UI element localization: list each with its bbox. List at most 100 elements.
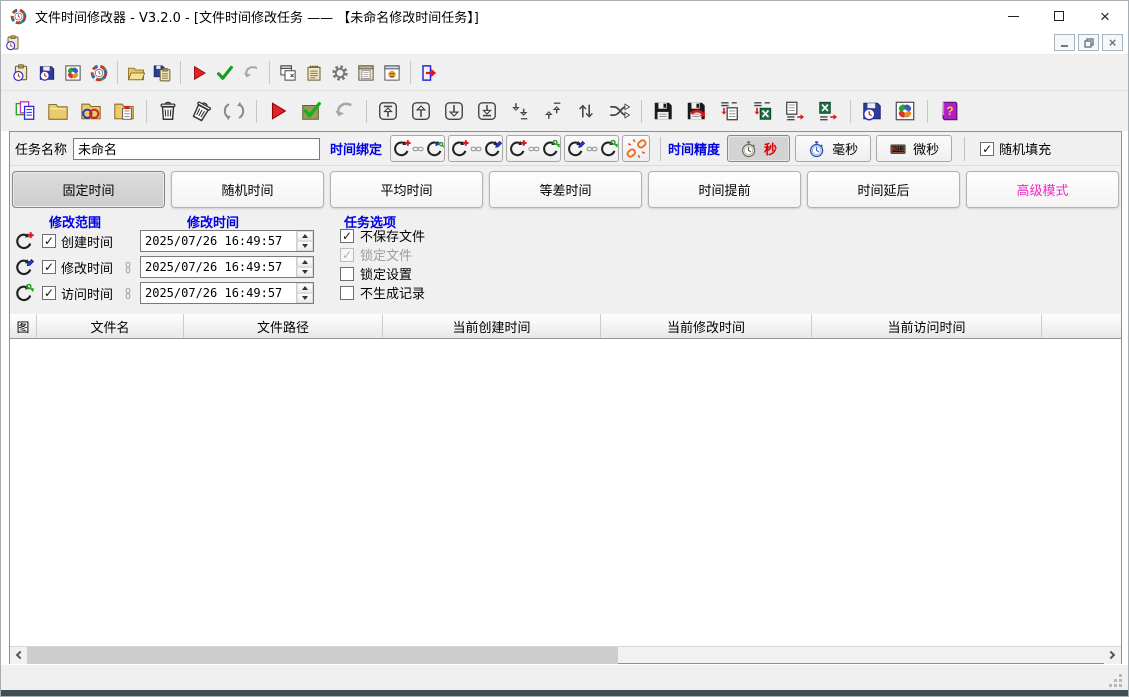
column-header-文件路径[interactable]: 文件路径 <box>184 314 383 338</box>
move-bottom-button[interactable] <box>471 96 502 127</box>
precision-微秒-button[interactable]: 微秒 <box>876 135 952 162</box>
access-time-datetime-field[interactable]: 2025/07/26 16:49:57 <box>140 282 314 304</box>
apply-modify-button[interactable] <box>295 96 326 127</box>
save-task-button[interactable] <box>34 59 59 86</box>
save-list-button[interactable] <box>647 96 678 127</box>
tab-等差时间[interactable]: 等差时间 <box>489 171 642 208</box>
spin-up-button[interactable] <box>297 283 313 293</box>
task-log-button[interactable] <box>301 59 326 86</box>
unbind-button[interactable] <box>622 135 650 162</box>
add-folder-files-button[interactable] <box>108 96 139 127</box>
option-不保存文件[interactable]: ✓不保存文件 <box>340 226 425 245</box>
time-wheel-button[interactable] <box>86 59 111 86</box>
help-button[interactable] <box>933 96 964 127</box>
random-fill-option[interactable]: ✓ 随机填充 <box>980 139 1051 158</box>
run-task-button[interactable] <box>186 59 211 86</box>
exit-button[interactable] <box>416 59 441 86</box>
task-manager-button[interactable] <box>60 59 85 86</box>
swap-icon <box>575 100 597 122</box>
access-time-checkbox[interactable]: ✓ <box>42 286 56 300</box>
task-grid-button[interactable] <box>889 96 920 127</box>
new-window-button[interactable] <box>275 59 300 86</box>
move-down-button[interactable] <box>438 96 469 127</box>
add-folder-recursive-button[interactable] <box>75 96 106 127</box>
column-header-文件名[interactable]: 文件名 <box>37 314 184 338</box>
precision-毫秒-button[interactable]: 毫秒 <box>795 135 871 162</box>
bind-create-modify-access-button[interactable] <box>390 135 445 162</box>
file-list-body[interactable] <box>10 339 1121 646</box>
tab-平均时间[interactable]: 平均时间 <box>330 171 483 208</box>
spin-down-button[interactable] <box>297 241 313 251</box>
export-excel-button[interactable] <box>812 96 843 127</box>
window-title: 文件时间修改器 - V3.2.0 - [文件时间修改任务 —— 【未命名修改时间… <box>35 7 479 26</box>
tab-固定时间[interactable]: 固定时间 <box>12 171 165 208</box>
app-icon[interactable] <box>10 8 27 25</box>
create-time-checkbox[interactable]: ✓ <box>42 234 56 248</box>
import-list-button[interactable] <box>713 96 744 127</box>
bind-create-access-button[interactable] <box>506 135 561 162</box>
column-header-当前修改时间[interactable]: 当前修改时间 <box>601 314 812 338</box>
apply-task-button[interactable] <box>212 59 237 86</box>
sort-desc-button[interactable] <box>504 96 535 127</box>
floppy-clipboard-icon <box>153 64 171 82</box>
close-button[interactable]: × <box>1082 1 1128 31</box>
mdi-close-button[interactable]: × <box>1102 34 1123 51</box>
tab-时间延后[interactable]: 时间延后 <box>807 171 960 208</box>
column-header-当前访问时间[interactable]: 当前访问时间 <box>812 314 1042 338</box>
bind-modify-access-button[interactable] <box>564 135 619 162</box>
shuffle-order-button[interactable] <box>603 96 634 127</box>
scroll-right-button[interactable] <box>1104 647 1121 664</box>
child-window-icon[interactable] <box>5 35 21 51</box>
time-binding-buttons <box>390 135 653 162</box>
clear-list-button[interactable] <box>185 96 216 127</box>
add-files-button[interactable] <box>9 96 40 127</box>
about-window-button[interactable] <box>379 59 404 86</box>
scroll-left-button[interactable] <box>10 647 27 664</box>
modify-time-checkbox[interactable]: ✓ <box>42 260 56 274</box>
swap-order-button[interactable] <box>570 96 601 127</box>
maximize-button[interactable] <box>1036 1 1082 31</box>
column-header-图[interactable]: 图 <box>10 314 37 338</box>
record-window-button[interactable] <box>353 59 378 86</box>
new-task-button[interactable] <box>8 59 33 86</box>
undo-modify-button[interactable] <box>328 96 359 127</box>
bind-create-modify-button[interactable] <box>448 135 503 162</box>
refresh-list-button[interactable] <box>218 96 249 127</box>
run-modify-button[interactable] <box>262 96 293 127</box>
tab-高级模式[interactable]: 高级模式 <box>966 171 1119 208</box>
spin-down-button[interactable] <box>297 267 313 277</box>
import-excel-button[interactable] <box>746 96 777 127</box>
add-folder-button[interactable] <box>42 96 73 127</box>
mdi-restore-button[interactable] <box>1078 34 1099 51</box>
option-锁定设置[interactable]: 锁定设置 <box>340 264 425 283</box>
sort-asc-button[interactable] <box>537 96 568 127</box>
remove-item-button[interactable] <box>152 96 183 127</box>
move-top-button[interactable] <box>372 96 403 127</box>
spin-up-button[interactable] <box>297 257 313 267</box>
paste-task-button[interactable] <box>149 59 174 86</box>
option-不生成记录[interactable]: 不生成记录 <box>340 283 425 302</box>
stopwatch-icon <box>740 140 758 158</box>
move-up-button[interactable] <box>405 96 436 127</box>
scrollbar-thumb[interactable] <box>27 647 618 664</box>
undo-task-button[interactable] <box>238 59 263 86</box>
option-锁定文件[interactable]: ✓锁定文件 <box>340 245 425 264</box>
open-task-button[interactable] <box>123 59 148 86</box>
create-time-datetime-field[interactable]: 2025/07/26 16:49:57 <box>140 230 314 252</box>
modify-time-datetime-field[interactable]: 2025/07/26 16:49:57 <box>140 256 314 278</box>
export-list-button[interactable] <box>779 96 810 127</box>
spin-down-button[interactable] <box>297 293 313 303</box>
column-header-当前创建时间[interactable]: 当前创建时间 <box>383 314 601 338</box>
task-name-input[interactable] <box>73 138 320 160</box>
move-down-icon <box>443 100 465 122</box>
precision-秒-button[interactable]: 秒 <box>727 135 790 162</box>
save-times-button[interactable] <box>856 96 887 127</box>
mdi-minimize-button[interactable] <box>1054 34 1075 51</box>
save-list-as-button[interactable] <box>680 96 711 127</box>
resize-grip[interactable] <box>1119 684 1122 687</box>
tab-时间提前[interactable]: 时间提前 <box>648 171 801 208</box>
spin-up-button[interactable] <box>297 231 313 241</box>
minimize-button[interactable] <box>990 1 1036 31</box>
tab-随机时间[interactable]: 随机时间 <box>171 171 324 208</box>
settings-button[interactable] <box>327 59 352 86</box>
